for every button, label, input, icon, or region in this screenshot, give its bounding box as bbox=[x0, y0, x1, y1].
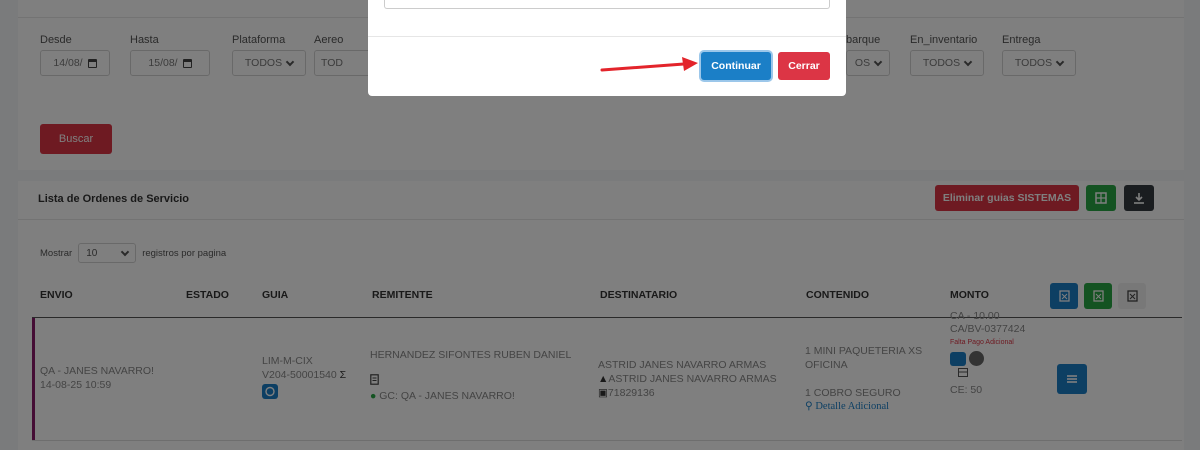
cerrar-button[interactable]: Cerrar bbox=[778, 52, 830, 80]
divider bbox=[368, 36, 846, 37]
confirm-dialog: Continuar Cerrar bbox=[368, 0, 846, 96]
continuar-button[interactable]: Continuar bbox=[701, 52, 771, 80]
dialog-input[interactable] bbox=[384, 0, 830, 9]
red-arrow-annotation bbox=[600, 57, 698, 72]
